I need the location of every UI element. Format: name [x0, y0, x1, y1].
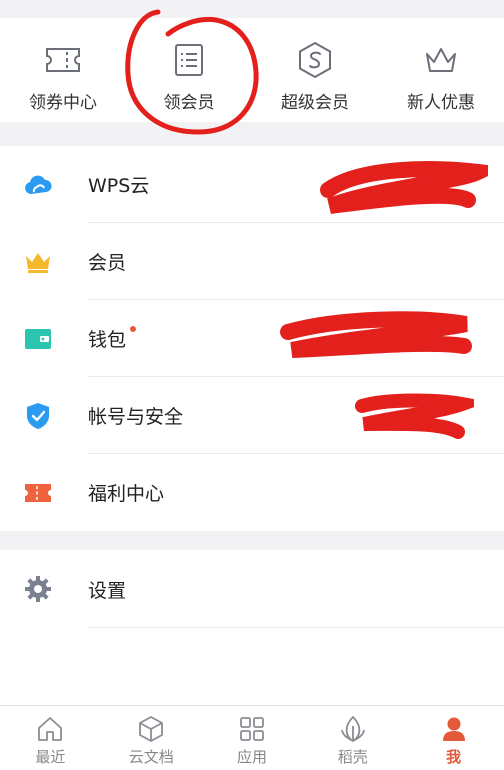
- cloud-icon: [25, 175, 52, 194]
- tab-docer[interactable]: 稻壳: [302, 706, 403, 770]
- cube-icon: [139, 716, 164, 742]
- tab-label: 我: [446, 748, 462, 766]
- quick-action-newcomer[interactable]: 新人优惠: [378, 18, 504, 122]
- quick-action-label: 超级会员: [281, 93, 349, 113]
- tab-apps[interactable]: 应用: [202, 706, 303, 770]
- redaction-scribble: [320, 161, 488, 214]
- settings-section: 设置: [0, 550, 504, 705]
- menu-item-label: 设置: [88, 579, 127, 602]
- tab-label: 云文档: [128, 748, 174, 766]
- s-hexagon-icon: [299, 41, 331, 79]
- tab-label: 稻壳: [337, 748, 368, 766]
- menu-item-welfare-center[interactable]: 福利中心: [0, 454, 504, 531]
- tab-recent[interactable]: 最近: [0, 706, 101, 770]
- crown-outline-icon: [426, 48, 456, 72]
- divider: [88, 627, 504, 628]
- menu-item-label: 福利中心: [88, 483, 165, 505]
- grid-apps-icon: [240, 717, 264, 741]
- tab-me[interactable]: 我: [403, 706, 504, 770]
- quick-action-super-member[interactable]: 超级会员: [252, 18, 378, 122]
- notification-badge: [130, 325, 137, 332]
- menu-item-label: 帐号与安全: [88, 406, 184, 428]
- wallet-icon: [25, 328, 51, 349]
- crown-icon: [26, 252, 50, 273]
- ticket-icon: [46, 48, 80, 72]
- home-icon: [38, 717, 63, 741]
- menu-item-membership[interactable]: 会员: [0, 223, 504, 300]
- quick-action-label: 领券中心: [29, 93, 97, 113]
- tab-label: 应用: [236, 748, 267, 766]
- menu-item-label: 钱包: [88, 329, 127, 351]
- menu-item-label: WPS云: [88, 175, 150, 197]
- annotation-circle: [125, 9, 259, 135]
- tab-label: 最近: [35, 748, 66, 766]
- gear-icon: [25, 576, 51, 602]
- leaf-icon: [340, 716, 365, 742]
- bottom-tab-bar: 最近 云文档 应用 稻壳 我: [0, 705, 504, 770]
- redaction-scribble: [355, 393, 474, 439]
- quick-action-label: 新人优惠: [407, 93, 475, 113]
- quick-action-coupons[interactable]: 领券中心: [0, 18, 126, 122]
- shield-check-icon: [27, 402, 49, 429]
- person-icon: [442, 717, 465, 741]
- tab-cloud-docs[interactable]: 云文档: [101, 706, 202, 770]
- welfare-ticket-icon: [25, 483, 51, 502]
- redaction-scribble: [280, 311, 472, 358]
- menu-item-label: 会员: [88, 252, 127, 274]
- menu-item-settings[interactable]: 设置: [0, 550, 504, 628]
